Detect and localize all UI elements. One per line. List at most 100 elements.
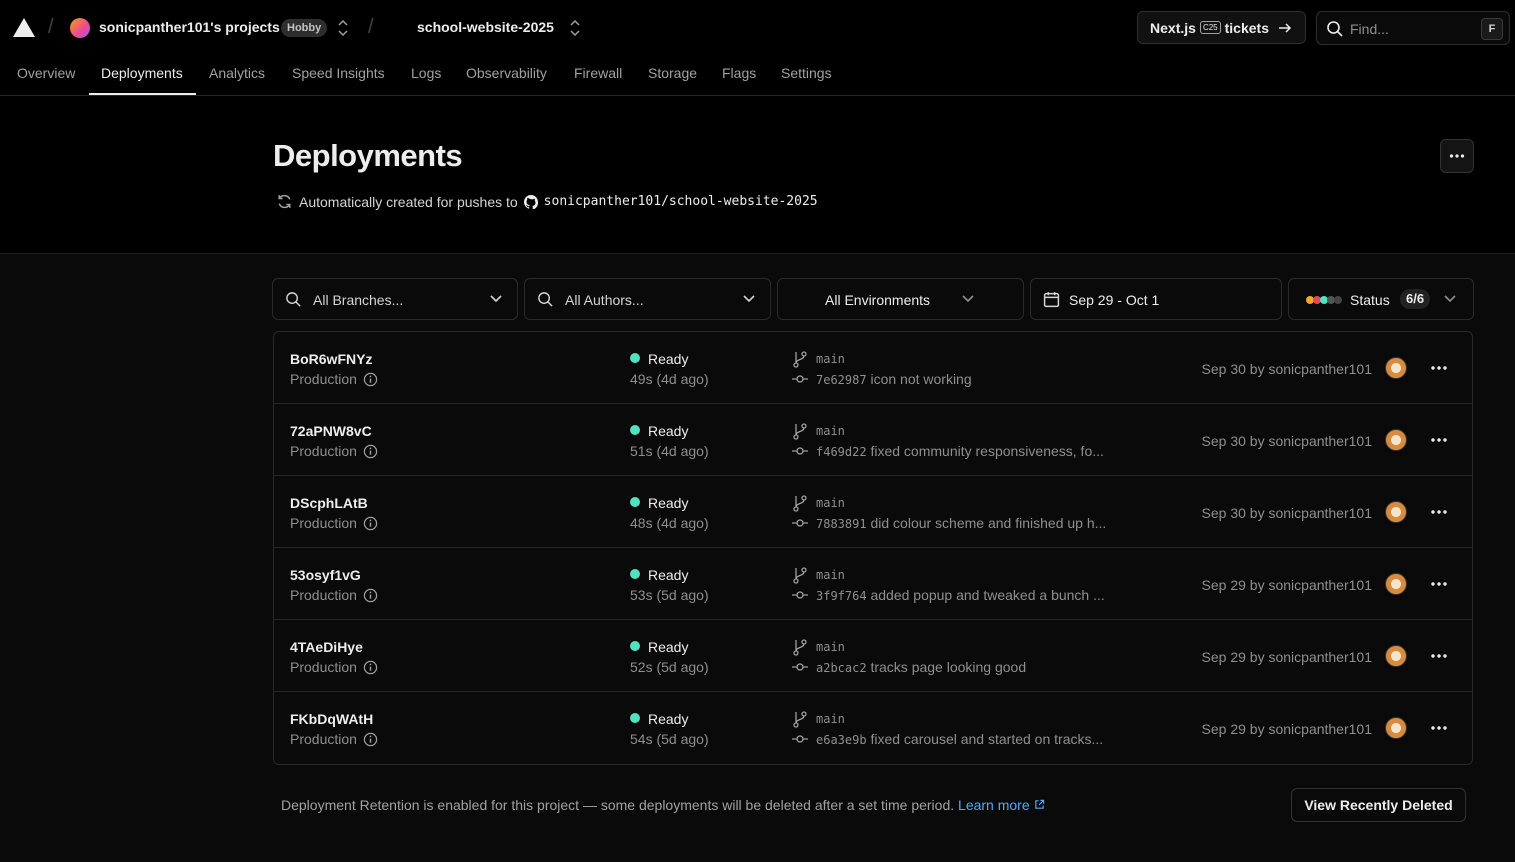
commit-message: did colour scheme and finished up h...: [870, 515, 1107, 531]
commit-message: icon not working: [870, 371, 972, 387]
environment-filter[interactable]: All Environments: [777, 278, 1024, 320]
repo-link[interactable]: sonicpanther101/school-website-2025: [544, 194, 818, 209]
more-horizontal-icon: [1449, 154, 1465, 158]
deployment-id[interactable]: DScphLAtB: [290, 495, 368, 511]
deployment-status: Ready: [648, 711, 689, 727]
git-branch-icon: [793, 567, 807, 584]
page-more-button[interactable]: [1440, 139, 1474, 173]
info-icon[interactable]: [363, 660, 378, 675]
author-avatar[interactable]: [1385, 717, 1407, 739]
tab-storage[interactable]: Storage: [648, 65, 697, 81]
info-icon[interactable]: [363, 588, 378, 603]
environment-label: Production: [290, 659, 357, 675]
tab-speed-insights[interactable]: Speed Insights: [292, 65, 385, 81]
date-range-filter[interactable]: Sep 29 - Oct 1: [1030, 278, 1282, 320]
view-recently-deleted-button[interactable]: View Recently Deleted: [1291, 788, 1466, 822]
commit-link[interactable]: f469d22 fixed community responsiveness, …: [816, 443, 1104, 459]
tab-overview[interactable]: Overview: [17, 65, 75, 81]
deployment-environment: Production: [290, 587, 378, 603]
deployment-row[interactable]: 4TAeDiHye Production Ready 52s (5d ago) …: [274, 620, 1472, 692]
plan-badge: Hobby: [281, 19, 328, 37]
team-name[interactable]: sonicpanther101's projects: [99, 19, 280, 35]
team-switcher-icon[interactable]: [337, 18, 349, 38]
more-horizontal-icon[interactable]: [1426, 573, 1452, 595]
deployment-id[interactable]: 4TAeDiHye: [290, 639, 363, 655]
git-commit-icon: [792, 663, 808, 671]
info-icon[interactable]: [363, 372, 378, 387]
tab-settings[interactable]: Settings: [781, 65, 832, 81]
commit-link[interactable]: 3f9f764 added popup and tweaked a bunch …: [816, 587, 1105, 603]
deployment-row[interactable]: DScphLAtB Production Ready 48s (4d ago) …: [274, 476, 1472, 548]
status-filter[interactable]: Status 6/6: [1288, 278, 1474, 320]
branch-name[interactable]: main: [816, 712, 845, 726]
vercel-logo-icon[interactable]: [13, 18, 35, 37]
deployment-row[interactable]: BoR6wFNYz Production Ready 49s (4d ago) …: [274, 332, 1472, 404]
external-link-icon: [1034, 799, 1044, 809]
author-avatar[interactable]: [1385, 357, 1407, 379]
github-icon: [523, 194, 538, 209]
more-horizontal-icon[interactable]: [1426, 717, 1452, 739]
branch-name[interactable]: main: [816, 352, 845, 366]
commit-link[interactable]: e6a3e9b fixed carousel and started on tr…: [816, 731, 1103, 747]
author-avatar[interactable]: [1385, 573, 1407, 595]
status-ready-dot: [630, 641, 640, 651]
search-icon: [286, 292, 301, 307]
author-avatar[interactable]: [1385, 501, 1407, 523]
commit-link[interactable]: 7e62987 icon not working: [816, 371, 972, 387]
more-horizontal-icon[interactable]: [1426, 645, 1452, 667]
status-dots-icon: [1306, 296, 1342, 304]
branch-name[interactable]: main: [816, 496, 845, 510]
find-input[interactable]: Find... F: [1316, 11, 1510, 45]
deployment-row[interactable]: 72aPNW8vC Production Ready 51s (4d ago) …: [274, 404, 1472, 476]
deployment-id[interactable]: 72aPNW8vC: [290, 423, 372, 439]
author-filter[interactable]: All Authors...: [524, 278, 771, 320]
info-icon[interactable]: [363, 516, 378, 531]
commit-link[interactable]: 7883891 did colour scheme and finished u…: [816, 515, 1106, 531]
deployment-environment: Production: [290, 659, 378, 675]
tab-observability[interactable]: Observability: [466, 65, 547, 81]
git-commit-icon: [792, 519, 808, 527]
commit-link[interactable]: a2bcac2 tracks page looking good: [816, 659, 1026, 675]
deployment-id[interactable]: 53osyf1vG: [290, 567, 361, 583]
branch-name[interactable]: main: [816, 424, 845, 438]
git-branch-icon: [793, 351, 807, 368]
arrow-right-icon: [1278, 22, 1292, 33]
more-horizontal-icon[interactable]: [1426, 429, 1452, 451]
page-header: Deployments Automatically created for pu…: [0, 96, 1515, 254]
tab-firewall[interactable]: Firewall: [574, 65, 622, 81]
date-range-label: Sep 29 - Oct 1: [1069, 292, 1160, 308]
branch-name[interactable]: main: [816, 640, 845, 654]
info-icon[interactable]: [363, 732, 378, 747]
branch-filter[interactable]: All Branches...: [272, 278, 518, 320]
git-branch-icon: [793, 711, 807, 728]
branch-name[interactable]: main: [816, 568, 845, 582]
git-branch-icon: [793, 423, 807, 440]
author-avatar[interactable]: [1385, 429, 1407, 451]
auto-deploy-info: Automatically created for pushes to soni…: [276, 193, 818, 210]
learn-more-link[interactable]: Learn more: [958, 797, 1044, 813]
environment-label: Production: [290, 731, 357, 747]
team-avatar[interactable]: [70, 18, 90, 38]
author-avatar[interactable]: [1385, 645, 1407, 667]
tab-logs[interactable]: Logs: [411, 65, 441, 81]
deployment-duration: 48s (4d ago): [630, 515, 709, 531]
nextjs-conf-tickets-button[interactable]: Next.js C25 tickets: [1137, 11, 1306, 44]
deployment-id[interactable]: FKbDqWAtH: [290, 711, 373, 727]
chevron-down-icon: [1444, 295, 1456, 303]
tab-analytics[interactable]: Analytics: [209, 65, 265, 81]
find-shortcut-key: F: [1481, 18, 1503, 40]
git-commit-icon: [792, 375, 808, 383]
deployment-row[interactable]: 53osyf1vG Production Ready 53s (5d ago) …: [274, 548, 1472, 620]
deployment-id[interactable]: BoR6wFNYz: [290, 351, 372, 367]
more-horizontal-icon[interactable]: [1426, 357, 1452, 379]
more-horizontal-icon[interactable]: [1426, 501, 1452, 523]
tab-flags[interactable]: Flags: [722, 65, 756, 81]
project-name[interactable]: school-website-2025: [417, 19, 554, 35]
deployment-environment: Production: [290, 731, 378, 747]
refresh-icon: [278, 194, 291, 209]
project-switcher-icon[interactable]: [569, 18, 581, 38]
deployment-row[interactable]: FKbDqWAtH Production Ready 54s (5d ago) …: [274, 692, 1472, 764]
tab-deployments[interactable]: Deployments: [101, 65, 183, 81]
status-ready-dot: [630, 569, 640, 579]
info-icon[interactable]: [363, 444, 378, 459]
